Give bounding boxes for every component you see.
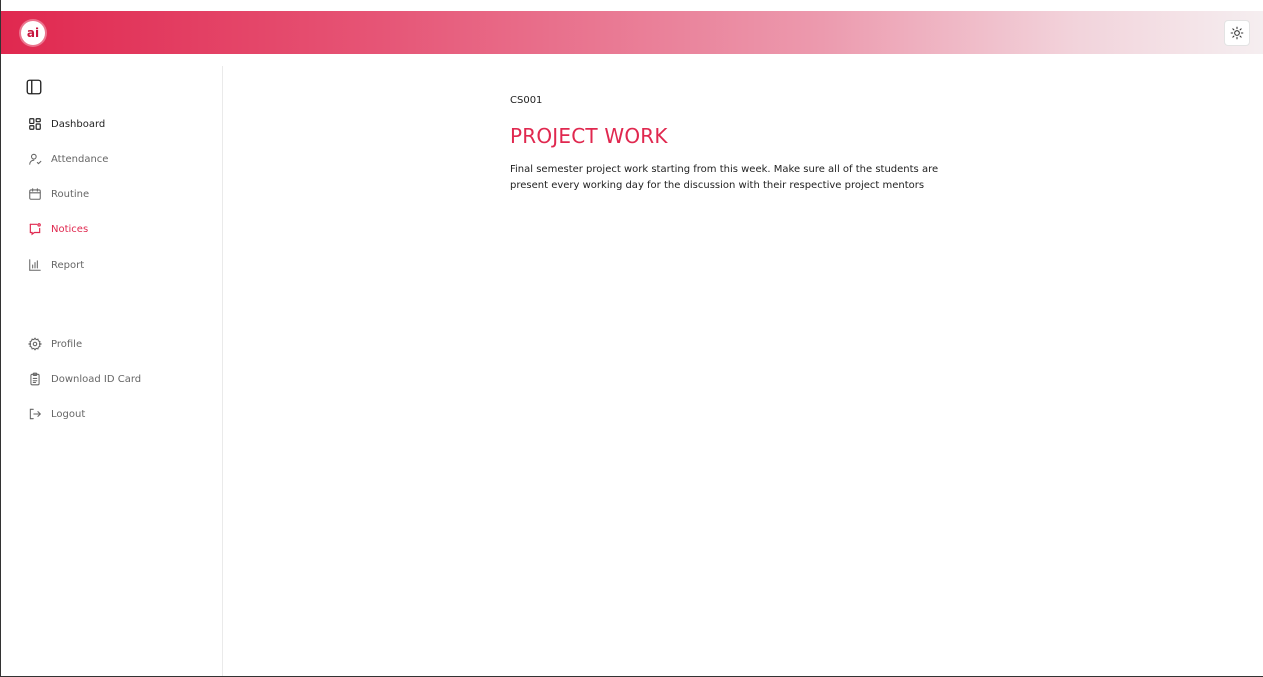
app-window: ai Dashboard Attendance Routine Notices …: [0, 0, 1263, 677]
clipboard-icon: [28, 372, 42, 386]
sidebar-item-label: Routine: [51, 188, 90, 200]
sidebar-item-label: Report: [51, 259, 85, 271]
sidebar-item-logout[interactable]: Logout: [28, 404, 85, 424]
sidebar-item-label: Attendance: [51, 153, 109, 165]
sidebar-item-label: Notices: [51, 223, 89, 235]
sidebar-toggle-icon: [26, 79, 42, 95]
bar-chart-icon: [28, 258, 42, 272]
sidebar-item-routine[interactable]: Routine: [28, 184, 89, 204]
sidebar-item-download-id-card[interactable]: Download ID Card: [28, 369, 141, 389]
gear-icon: [28, 337, 42, 351]
message-icon: [28, 222, 42, 236]
top-header: ai: [1, 11, 1263, 54]
sidebar-item-notices[interactable]: Notices: [28, 219, 88, 239]
notice-title: PROJECT WORK: [510, 124, 668, 148]
theme-toggle-button[interactable]: [1224, 20, 1250, 46]
notice-code: CS001: [510, 95, 543, 106]
sidebar-item-label: Logout: [51, 408, 86, 420]
sidebar-item-label: Download ID Card: [51, 373, 142, 385]
sidebar-item-dashboard[interactable]: Dashboard: [28, 114, 105, 134]
sidebar-item-attendance[interactable]: Attendance: [28, 149, 108, 169]
sidebar-item-report[interactable]: Report: [28, 255, 84, 275]
sidebar-item-label: Dashboard: [51, 118, 106, 130]
sidebar-item-label: Profile: [51, 338, 83, 350]
sidebar: Dashboard Attendance Routine Notices Rep…: [1, 66, 223, 676]
top-strip: [1, 0, 1263, 11]
app-logo[interactable]: ai: [21, 21, 45, 45]
calendar-icon: [28, 187, 42, 201]
sun-icon: [1230, 26, 1244, 40]
sidebar-item-profile[interactable]: Profile: [28, 334, 82, 354]
user-icon: [28, 152, 42, 166]
logout-icon: [28, 407, 42, 421]
grid-icon: [28, 117, 42, 131]
sidebar-collapse-button[interactable]: [25, 78, 43, 96]
notice-description: Final semester project work starting fro…: [510, 164, 939, 191]
